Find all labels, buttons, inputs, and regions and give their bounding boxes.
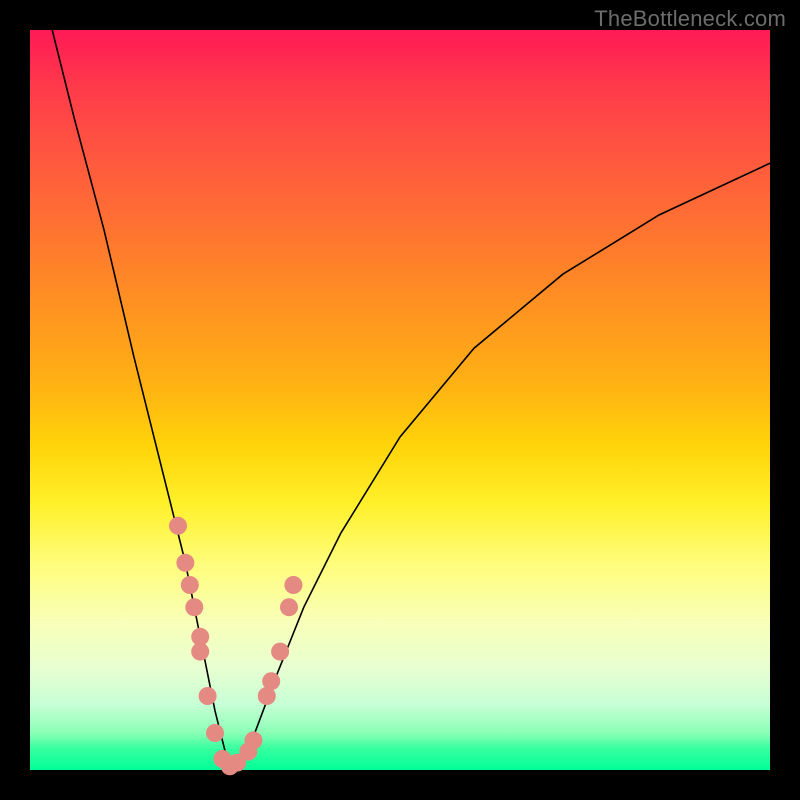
sample-dot [284, 576, 302, 594]
sample-dot [181, 576, 199, 594]
sample-dot [199, 687, 217, 705]
sample-dot [262, 672, 280, 690]
chart-stage: TheBottleneck.com [0, 0, 800, 800]
sample-dot [191, 643, 209, 661]
sample-dot [176, 554, 194, 572]
sample-dot [271, 643, 289, 661]
sample-dot [245, 731, 263, 749]
sample-dot [169, 517, 187, 535]
sample-dots-layer [30, 30, 770, 770]
watermark-text: TheBottleneck.com [594, 6, 786, 32]
sample-dot [206, 724, 224, 742]
sample-dot [185, 598, 203, 616]
sample-dot [280, 598, 298, 616]
